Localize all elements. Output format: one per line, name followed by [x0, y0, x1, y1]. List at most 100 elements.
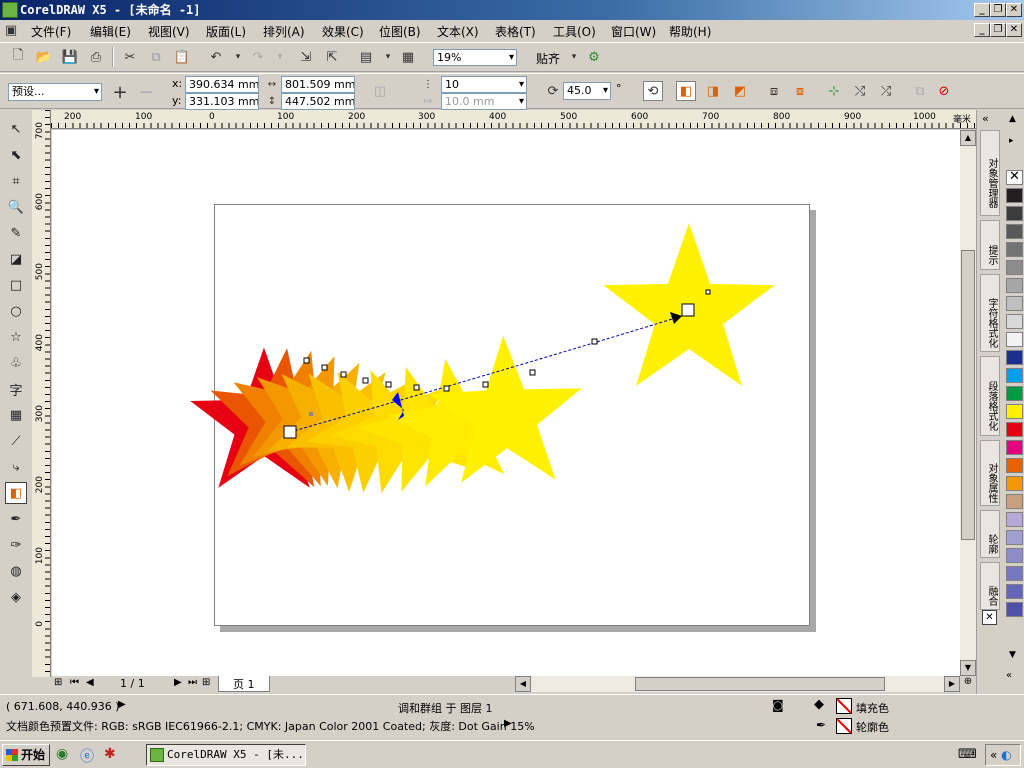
- color-swatch[interactable]: [1006, 332, 1023, 347]
- vertical-scrollbar[interactable]: ▲ ▼: [960, 130, 976, 676]
- color-swatch[interactable]: [1006, 548, 1023, 563]
- color-swatch[interactable]: [1006, 422, 1023, 437]
- print-icon[interactable]: ⎙: [86, 47, 106, 67]
- color-swatch[interactable]: [1006, 602, 1023, 617]
- blend-preset-icon[interactable]: ◫: [370, 81, 390, 101]
- snap-dropdown-icon[interactable]: ▾: [564, 47, 584, 67]
- docker-tab-hints[interactable]: 提示: [980, 220, 1000, 270]
- docker-tab-character-formatting[interactable]: 字符格式化: [980, 274, 1000, 352]
- horizontal-ruler[interactable]: 200 100 0 100 200 300 400 500 600 700 80…: [51, 110, 976, 129]
- pick-tool-icon[interactable]: ↖: [5, 118, 27, 140]
- color-swatch[interactable]: [1006, 278, 1023, 293]
- menu-edit[interactable]: 编辑(E): [90, 23, 131, 40]
- docker-tab-outline[interactable]: 轮廓: [980, 510, 1000, 558]
- menu-table[interactable]: 表格(T): [495, 23, 536, 40]
- scroll-up-icon[interactable]: ▲: [960, 130, 976, 146]
- color-swatch[interactable]: [1006, 206, 1023, 221]
- color-swatch[interactable]: [1006, 566, 1023, 581]
- taskbar-coreldraw-item[interactable]: CorelDRAW X5 - [未...: [146, 744, 306, 766]
- polygon-tool-icon[interactable]: ☆: [5, 326, 27, 348]
- app-quicklaunch-icon[interactable]: ✱: [104, 746, 116, 762]
- outline-pen-tool-icon[interactable]: ✑: [5, 534, 27, 556]
- object-acceleration-icon[interactable]: ⧈: [764, 81, 784, 101]
- color-swatch[interactable]: [1006, 260, 1023, 275]
- last-page-icon[interactable]: ⏭: [188, 677, 197, 688]
- eyedropper-tool-icon[interactable]: ✒: [5, 508, 27, 530]
- palette-flyout-icon[interactable]: ▸: [1009, 136, 1014, 146]
- next-page-icon[interactable]: ▶: [174, 677, 182, 688]
- options-icon[interactable]: ⚙: [584, 47, 604, 67]
- basic-shapes-tool-icon[interactable]: ♧: [5, 352, 27, 374]
- first-page-icon[interactable]: ⏮: [70, 677, 79, 688]
- color-swatch[interactable]: [1006, 188, 1023, 203]
- color-swatch[interactable]: [1006, 224, 1023, 239]
- color-swatch[interactable]: [1006, 404, 1023, 419]
- application-launcher-icon[interactable]: ▤: [356, 47, 376, 67]
- navigator-icon[interactable]: ⊕: [960, 676, 976, 692]
- outline-none-icon[interactable]: [836, 718, 852, 734]
- export-icon[interactable]: ⇱: [322, 47, 342, 67]
- snap-to-dropdown[interactable]: 贴齐: [536, 50, 560, 67]
- color-swatch[interactable]: [1006, 494, 1023, 509]
- rectangle-tool-icon[interactable]: □: [5, 274, 27, 296]
- height-input[interactable]: 447.502 mm: [281, 93, 355, 110]
- menu-window[interactable]: 窗口(W): [611, 23, 656, 40]
- new-icon[interactable]: 🗋: [8, 47, 28, 67]
- blend-spacing-input[interactable]: 10.0 mm: [441, 93, 527, 110]
- ie-quicklaunch-icon[interactable]: ⓔ: [80, 746, 94, 766]
- redo-icon[interactable]: ↷: [248, 47, 268, 67]
- close-button[interactable]: ✕: [1006, 3, 1022, 17]
- color-swatch[interactable]: [1006, 530, 1023, 545]
- color-swatch[interactable]: [1006, 368, 1023, 383]
- menu-arrange[interactable]: 排列(A): [263, 23, 305, 40]
- menu-layout[interactable]: 版面(L): [206, 23, 246, 40]
- doc-restore-button[interactable]: ❐: [990, 23, 1006, 37]
- blend-steps-input[interactable]: 10: [441, 76, 527, 93]
- menu-effects[interactable]: 效果(C): [322, 23, 364, 40]
- crop-tool-icon[interactable]: ⌗: [5, 170, 27, 192]
- color-swatch[interactable]: [1006, 584, 1023, 599]
- docker-tab-paragraph-formatting[interactable]: 段落格式化: [980, 356, 1000, 436]
- profile-expand-icon[interactable]: ▶: [504, 718, 512, 729]
- preset-select[interactable]: 预设...: [8, 83, 102, 101]
- color-profile-info[interactable]: 文档颜色预置文件: RGB: sRGB IEC61966-2.1; CMYK: …: [6, 718, 535, 734]
- snapshot-icon[interactable]: ◙: [772, 698, 784, 712]
- menu-view[interactable]: 视图(V): [148, 23, 190, 40]
- blend-start-handle[interactable]: [283, 425, 297, 439]
- table-tool-icon[interactable]: ▦: [5, 404, 27, 426]
- color-swatch[interactable]: [1006, 476, 1023, 491]
- add-preset-icon[interactable]: +: [110, 82, 130, 103]
- docker-tab-object-properties[interactable]: 对象属性: [980, 440, 1000, 506]
- redo-dropdown-icon[interactable]: ▾: [270, 47, 290, 67]
- no-color-swatch[interactable]: ✕: [1006, 170, 1023, 185]
- text-tool-icon[interactable]: 字: [5, 378, 27, 400]
- zoom-level-select[interactable]: 19%: [433, 49, 517, 66]
- coreldraw-app-icon[interactable]: [2, 2, 18, 18]
- scroll-left-icon[interactable]: ◀: [515, 676, 531, 692]
- tray-expand-button[interactable]: « ◐: [985, 744, 1021, 766]
- start-end-props-icon[interactable]: ⊹: [824, 81, 844, 101]
- loop-blend-icon[interactable]: ⟲: [643, 81, 663, 101]
- tray-app-icon[interactable]: ◐: [1001, 748, 1011, 762]
- horizontal-scroll-thumb[interactable]: [635, 677, 885, 691]
- welcome-screen-icon[interactable]: ▦: [398, 47, 418, 67]
- color-swatch[interactable]: [1006, 242, 1023, 257]
- docker-tab-blend[interactable]: 融合: [980, 562, 1000, 610]
- status-expand-icon[interactable]: ▶: [118, 699, 126, 710]
- undo-icon[interactable]: ↶: [206, 47, 226, 67]
- vertical-ruler[interactable]: 700 600 500 400 300 200 100 0: [32, 110, 51, 677]
- dimension-tool-icon[interactable]: ⟋: [5, 430, 27, 452]
- undo-dropdown-icon[interactable]: ▾: [228, 47, 248, 67]
- ellipse-tool-icon[interactable]: ○: [5, 300, 27, 322]
- fill-none-icon[interactable]: [836, 698, 852, 714]
- cut-icon[interactable]: ✂: [120, 47, 140, 67]
- direct-blend-icon[interactable]: ◧: [676, 81, 696, 101]
- shape-tool-icon[interactable]: ⬉: [5, 144, 27, 166]
- blend-artwork[interactable]: [52, 130, 960, 676]
- interactive-fill-tool-icon[interactable]: ◈: [5, 586, 27, 608]
- connector-tool-icon[interactable]: ⤷: [5, 456, 27, 478]
- add-page-after-icon[interactable]: ⊞: [202, 677, 210, 688]
- doc-close-button[interactable]: ✕: [1006, 23, 1022, 37]
- add-page-before-icon[interactable]: ⊞: [54, 677, 62, 688]
- palette-scroll-down-icon[interactable]: ▼: [1009, 650, 1016, 660]
